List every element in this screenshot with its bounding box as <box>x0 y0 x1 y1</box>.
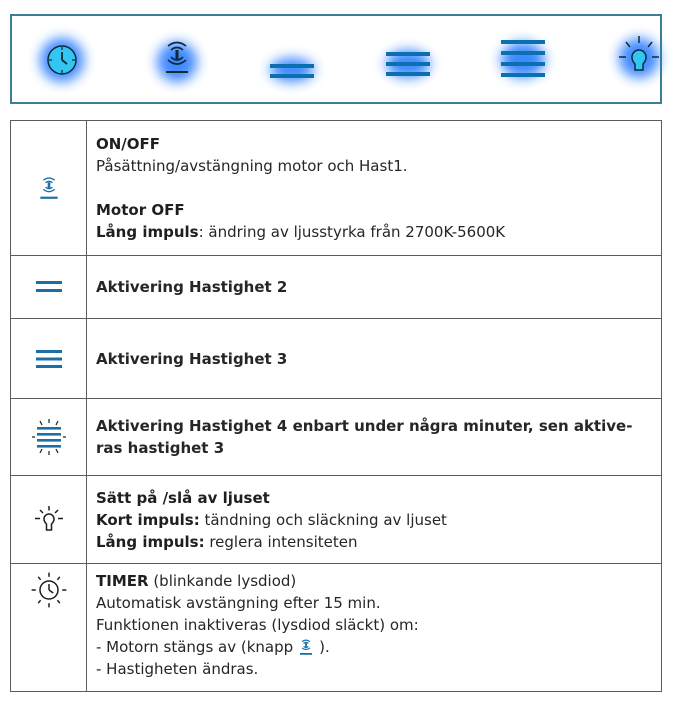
row-text: Lång impuls: ändring av ljusstyrka från … <box>96 223 506 241</box>
row-title: Aktivering Hastighet 4 enbart under någr… <box>86 398 662 476</box>
speed-4-button[interactable] <box>493 30 553 90</box>
row-text: Kort impuls: tändning och släckning av l… <box>96 510 447 529</box>
icon-cell <box>10 318 87 399</box>
speed-3-icon <box>35 349 62 368</box>
row-text: Funktionen inaktiveras (lysdiod släckt) … <box>96 616 419 634</box>
light-icon <box>619 36 659 78</box>
fan-icon <box>300 639 313 655</box>
table-row-on-off: ON/OFF Påsättning/avstängning motor och … <box>10 120 662 256</box>
table-row-speed-2: Aktivering Hastighet 2 <box>10 255 662 319</box>
row-title: Aktivering Hastighet 3 <box>86 318 662 399</box>
fan-icon <box>157 41 197 82</box>
timer-button[interactable] <box>32 30 92 90</box>
row-text: - Hastigheten ändras. <box>96 660 259 678</box>
row-text: Påsättning/avstängning motor och Hast1. <box>96 157 408 175</box>
icon-cell <box>10 398 87 476</box>
row-text: Lång impuls: reglera intensiteten <box>96 532 358 551</box>
speed-4-icon <box>501 40 545 78</box>
row-title: Aktivering Hastighet 2 <box>86 255 662 319</box>
function-table: ON/OFF Påsättning/avstängning motor och … <box>10 120 662 692</box>
speed-2-button[interactable] <box>262 30 322 90</box>
icon-cell <box>10 120 87 256</box>
speed-2-icon <box>35 281 62 292</box>
fan-button[interactable] <box>147 30 207 90</box>
speed-3-button[interactable] <box>378 30 438 90</box>
speed-2-icon <box>270 58 314 82</box>
row-title: Sätt på /slå av ljuset <box>96 488 270 507</box>
timer-icon <box>40 38 84 82</box>
row-title-line: TIMER (blinkande lysdiod) <box>96 572 297 590</box>
table-row-timer: TIMER (blinkande lysdiod) Automatisk avs… <box>10 563 662 692</box>
row-text: - Motorn stängs av (knapp). <box>96 638 330 656</box>
light-button[interactable] <box>609 30 669 90</box>
fan-icon <box>39 177 58 199</box>
row-text: Automatisk avstängning efter 15 min. <box>96 594 381 612</box>
description-cell: TIMER (blinkande lysdiod) Automatisk avs… <box>86 563 662 692</box>
table-row-speed-4: Aktivering Hastighet 4 enbart under någr… <box>10 398 662 476</box>
description-cell: ON/OFF Påsättning/avstängning motor och … <box>86 120 662 256</box>
icon-cell <box>10 563 87 692</box>
row-title: ON/OFF <box>96 135 161 153</box>
light-icon <box>34 505 63 531</box>
icon-cell <box>10 255 87 319</box>
speed-3-icon <box>386 50 430 78</box>
row-subtitle: Motor OFF <box>96 201 185 219</box>
timer-icon <box>31 572 66 608</box>
table-row-light: Sätt på /slå av ljuset Kort impuls: tänd… <box>10 475 662 564</box>
control-panel <box>10 14 662 104</box>
speed-4-icon <box>31 419 66 455</box>
description-cell: Sätt på /slå av ljuset Kort impuls: tänd… <box>86 475 662 564</box>
table-row-speed-3: Aktivering Hastighet 3 <box>10 318 662 399</box>
icon-cell <box>10 475 87 564</box>
